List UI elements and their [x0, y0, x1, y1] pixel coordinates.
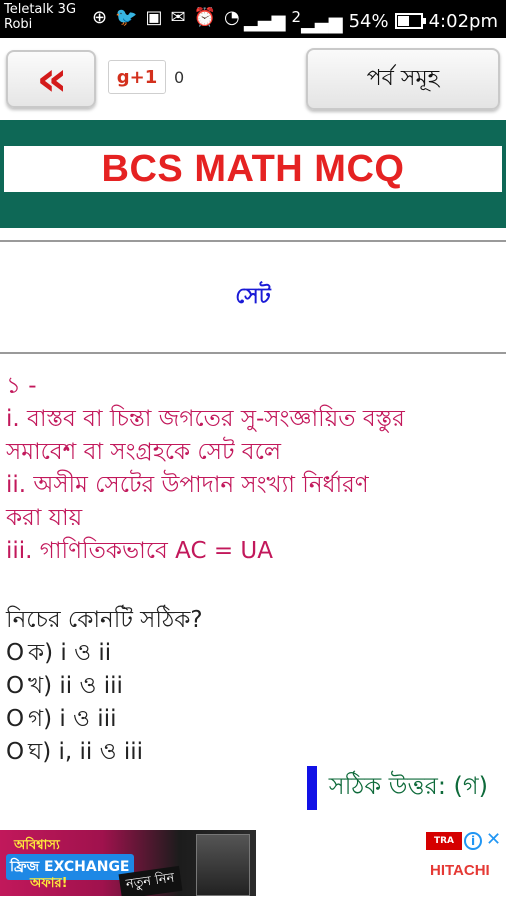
signal-sim2-icon: 2▂▄▆: [291, 8, 343, 34]
wifi-icon: ◔: [224, 7, 240, 28]
ad-text-line2: ফ্রিজ EXCHANGE: [6, 854, 134, 880]
notification-icons: ⊕ 🐦 ▣ ✉ ⏰ ◔: [92, 8, 240, 28]
option-gha[interactable]: O ঘ) i, ii ও iii: [6, 736, 500, 769]
correct-answer: সঠিক উত্তর: (গ): [306, 766, 488, 810]
twitter-icon: 🐦: [115, 7, 138, 28]
ad-close-icon[interactable]: ✕: [486, 830, 501, 850]
question-number: ১ -: [6, 373, 37, 399]
carrier-name: Teletalk 3G: [4, 2, 77, 17]
option-label: খ) ii ও iii: [28, 673, 123, 699]
statement-line: ii. অসীম সেটের উপাদান সংখ্যা নির্ধারণ: [6, 472, 369, 498]
fridge-image: [196, 834, 250, 896]
statement-line: iii. গাণিতিকভাবে AC = UA: [6, 538, 273, 564]
option-ga[interactable]: O গ) i ও iii: [6, 703, 500, 736]
option-label: ঘ) i, ii ও iii: [28, 739, 144, 765]
option-label: গ) i ও iii: [28, 706, 117, 732]
question-prompt: নিচের কোনটি সঠিক?: [6, 607, 203, 633]
google-plus-one-button[interactable]: g+1: [108, 60, 166, 94]
correct-answer-text: সঠিক উত্তর: (গ): [328, 772, 488, 800]
title-banner-inner: BCS MATH MCQ: [4, 146, 502, 192]
battery-percent: 54%: [348, 10, 389, 32]
sim-number: 2: [291, 8, 302, 26]
signal-icon: ▂▄▆: [243, 10, 286, 32]
plus-one-count: 0: [174, 68, 185, 87]
statement-line: করা যায়: [6, 505, 83, 531]
status-right: ▂▄▆ 2▂▄▆ 54% 4:02pm: [244, 8, 498, 34]
section-title: সেট: [235, 283, 271, 309]
statement-line: i. বাস্তব বা চিন্তা জগতের সু-সংজ্ঞায়িত …: [6, 406, 405, 432]
mail-icon: ✉: [170, 7, 186, 28]
clock: 4:02pm: [428, 10, 498, 32]
question-card: ১ - i. বাস্তব বা চিন্তা জগতের সু-সংজ্ঞায…: [6, 370, 500, 769]
radio-icon: O: [6, 739, 25, 765]
ad-brand: HITACHI: [430, 862, 490, 879]
app-title: BCS MATH MCQ: [101, 147, 405, 190]
status-bar: Teletalk 3G Robi ⊕ 🐦 ▣ ✉ ⏰ ◔ ▂▄▆ 2▂▄▆ 54…: [0, 0, 506, 38]
ad-banner[interactable]: অবিশ্বাস্য ফ্রিজ EXCHANGE অফার! নতুন নিন…: [0, 828, 506, 900]
answer-accent-bar: [306, 766, 317, 810]
option-kha[interactable]: O খ) ii ও iii: [6, 670, 500, 703]
section-header: সেট: [0, 240, 506, 354]
plus-icon: ⊕: [92, 7, 108, 28]
option-label: ক) i ও ii: [28, 640, 112, 666]
ad-info-icon[interactable]: i: [464, 832, 482, 850]
ad-image[interactable]: অবিশ্বাস্য ফ্রিজ EXCHANGE অফার! নতুন নিন: [0, 830, 256, 896]
radio-icon: O: [6, 640, 25, 666]
radio-icon: O: [6, 673, 25, 699]
statement-line: সমাবেশ বা সংগ্রহকে সেট বলে: [6, 439, 281, 465]
alarm-icon: ⏰: [193, 7, 217, 28]
ad-text-line3: অফার!: [30, 876, 68, 891]
double-chevron-left-icon: «: [36, 51, 67, 107]
option-ka[interactable]: O ক) i ও ii: [6, 637, 500, 670]
carrier-label: Teletalk 3G Robi: [4, 2, 76, 32]
image-icon: ▣: [145, 7, 163, 28]
carrier-name-2: Robi: [4, 17, 33, 32]
toolbar: « g+1 0 পর্ব সমূহ: [0, 38, 506, 118]
back-button[interactable]: «: [6, 50, 96, 108]
title-banner: BCS MATH MCQ: [0, 120, 506, 228]
ad-logo: TRA: [426, 832, 462, 850]
radio-icon: O: [6, 706, 25, 732]
battery-icon: [394, 13, 426, 29]
chapters-button[interactable]: পর্ব সমূহ: [306, 48, 500, 110]
